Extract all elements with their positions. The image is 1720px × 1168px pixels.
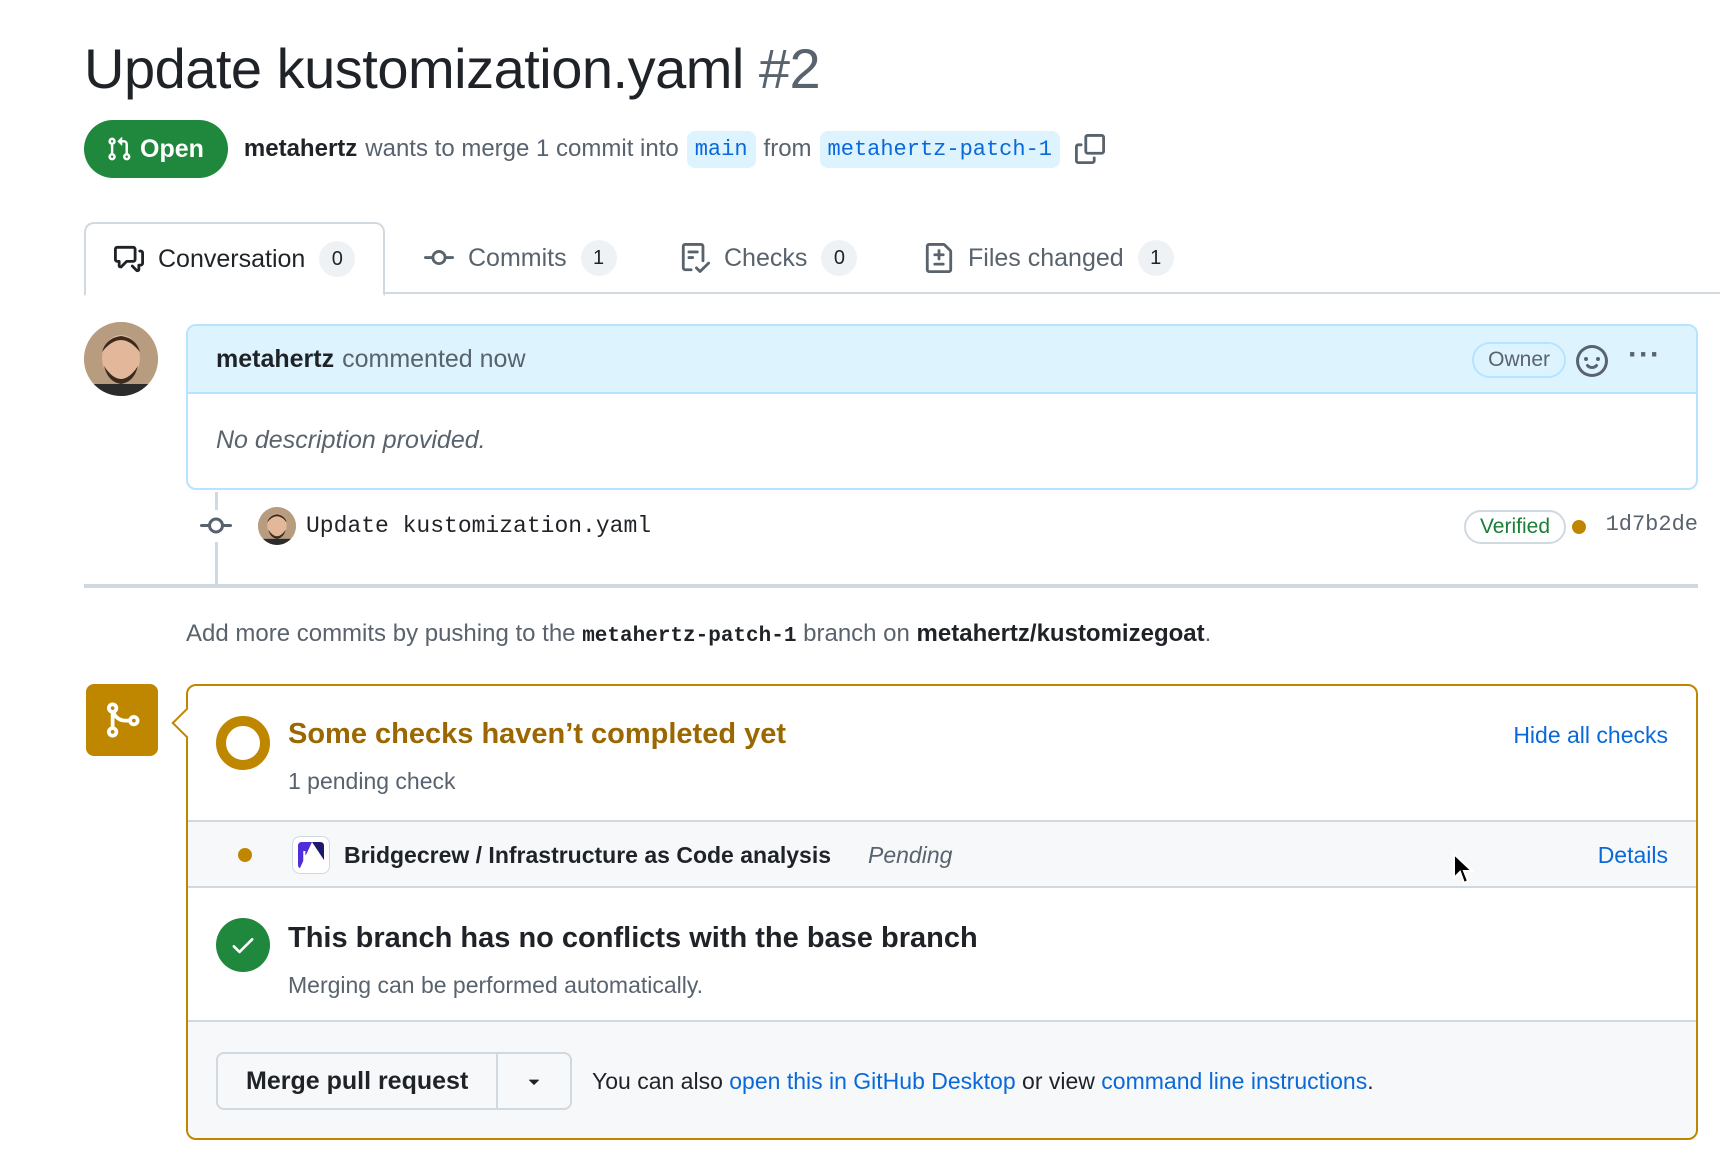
merge-hint-middle: or view bbox=[1022, 1068, 1095, 1094]
check-circle-icon bbox=[216, 918, 270, 972]
verified-badge[interactable]: Verified bbox=[1463, 510, 1566, 544]
tab-conversation[interactable]: Conversation 0 bbox=[84, 222, 386, 296]
merge-hint-prefix: You can also bbox=[592, 1068, 723, 1094]
commit-message[interactable]: Update kustomization.yaml bbox=[306, 513, 651, 539]
git-pull-request-icon bbox=[108, 136, 131, 161]
git-commit-icon bbox=[200, 510, 232, 542]
pr-meta: Open metahertz wants to merge 1 commit i… bbox=[84, 120, 1106, 178]
pr-title-text: Update kustomization.yaml bbox=[84, 37, 744, 100]
merge-box: Some checks haven’t completed yet 1 pend… bbox=[186, 684, 1698, 1140]
tab-checks-label: Checks bbox=[724, 243, 808, 272]
tab-files-changed-label: Files changed bbox=[968, 243, 1124, 272]
checks-title: Some checks haven’t completed yet bbox=[288, 718, 787, 750]
comment-discussion-icon bbox=[114, 245, 144, 273]
triangle-down-icon bbox=[529, 1079, 540, 1085]
smiley-icon[interactable] bbox=[1576, 345, 1608, 377]
pr-tabs: Conversation 0 Commits 1 Checks 0 Files … bbox=[84, 222, 1720, 296]
state-badge: Open bbox=[84, 120, 228, 178]
state-label: Open bbox=[140, 134, 204, 163]
comment-author[interactable]: metahertz bbox=[216, 345, 334, 374]
pending-dot-icon bbox=[238, 848, 252, 862]
conflicts-title: This branch has no conflicts with the ba… bbox=[288, 922, 978, 954]
comment-box: metahertz commented now Owner ··· No des… bbox=[186, 324, 1698, 490]
check-state: Pending bbox=[868, 842, 953, 868]
push-hint: Add more commits by pushing to the metah… bbox=[186, 620, 1211, 648]
tab-commits-label: Commits bbox=[468, 243, 567, 272]
push-hint-suffix: . bbox=[1204, 620, 1212, 647]
merge-description: wants to merge 1 commit into bbox=[365, 135, 679, 162]
pending-ring-icon bbox=[216, 716, 270, 770]
tab-checks-count: 0 bbox=[821, 240, 858, 276]
tab-conversation-count: 0 bbox=[319, 241, 356, 277]
git-merge-icon bbox=[86, 684, 158, 756]
checklist-icon bbox=[681, 243, 710, 273]
kebab-horizontal-icon[interactable]: ··· bbox=[1628, 340, 1662, 376]
pr-number: #2 bbox=[758, 37, 821, 100]
conflicts-summary: This branch has no conflicts with the ba… bbox=[188, 888, 1696, 1022]
base-branch[interactable]: main bbox=[686, 130, 756, 168]
open-desktop-link[interactable]: open this in GitHub Desktop bbox=[729, 1068, 1015, 1094]
bridgecrew-logo-text: bc bbox=[302, 849, 320, 866]
tab-commits[interactable]: Commits 1 bbox=[424, 222, 617, 294]
head-branch[interactable]: metahertz-patch-1 bbox=[819, 130, 1060, 168]
merge-options-dropdown[interactable] bbox=[498, 1054, 570, 1108]
pr-title: Update kustomization.yaml #2 bbox=[84, 36, 821, 101]
from-text: from bbox=[763, 135, 812, 162]
check-name: Bridgecrew / Infrastructure as Code anal… bbox=[344, 842, 832, 868]
commit-status-dot[interactable] bbox=[1572, 520, 1586, 534]
copy-icon[interactable] bbox=[1074, 133, 1106, 165]
tab-commits-count: 1 bbox=[580, 240, 617, 276]
mouse-cursor-icon bbox=[1453, 852, 1474, 885]
git-commit-icon bbox=[424, 250, 454, 266]
file-diff-icon bbox=[925, 243, 953, 273]
merge-actions: Merge pull request You can also open thi… bbox=[188, 1022, 1696, 1138]
merge-pull-request-button[interactable]: Merge pull request bbox=[218, 1054, 499, 1108]
bridgecrew-logo-icon[interactable]: bc bbox=[292, 836, 330, 874]
comment-header: metahertz commented now Owner ··· bbox=[188, 326, 1696, 394]
hide-all-checks-link[interactable]: Hide all checks bbox=[1513, 722, 1668, 749]
tab-conversation-label: Conversation bbox=[158, 244, 306, 273]
commit-author-avatar[interactable] bbox=[258, 507, 296, 545]
merge-hint-suffix: . bbox=[1367, 1068, 1374, 1094]
push-hint-repo: metahertz/kustomizegoat bbox=[916, 620, 1205, 647]
push-hint-prefix: Add more commits by pushing to the bbox=[186, 620, 576, 647]
merge-button-group: Merge pull request bbox=[216, 1052, 573, 1110]
conflicts-subtitle: Merging can be performed automatically. bbox=[288, 972, 704, 998]
push-hint-branch: metahertz-patch-1 bbox=[582, 625, 797, 648]
avatar[interactable] bbox=[84, 322, 158, 396]
owner-badge: Owner bbox=[1472, 342, 1566, 378]
pr-author-link[interactable]: metahertz bbox=[244, 135, 357, 163]
tab-checks[interactable]: Checks 0 bbox=[680, 222, 858, 294]
checks-subtitle: 1 pending check bbox=[288, 768, 456, 794]
commit-row: Update kustomization.yaml Verified 1d7b2… bbox=[200, 504, 1698, 548]
comment-action: commented now bbox=[342, 344, 526, 373]
comment-body: No description provided. bbox=[216, 426, 486, 454]
merge-hint: You can also open this in GitHub Desktop… bbox=[592, 1068, 1374, 1095]
timeline-divider bbox=[84, 584, 1698, 588]
commit-sha[interactable]: 1d7b2de bbox=[1606, 512, 1698, 537]
check-details-link[interactable]: Details bbox=[1598, 842, 1668, 869]
command-line-instructions-link[interactable]: command line instructions bbox=[1101, 1068, 1367, 1094]
tab-files-changed[interactable]: Files changed 1 bbox=[924, 222, 1174, 294]
checks-summary: Some checks haven’t completed yet 1 pend… bbox=[188, 686, 1696, 820]
push-hint-middle: branch on bbox=[803, 620, 910, 647]
tab-files-changed-count: 1 bbox=[1137, 240, 1174, 276]
